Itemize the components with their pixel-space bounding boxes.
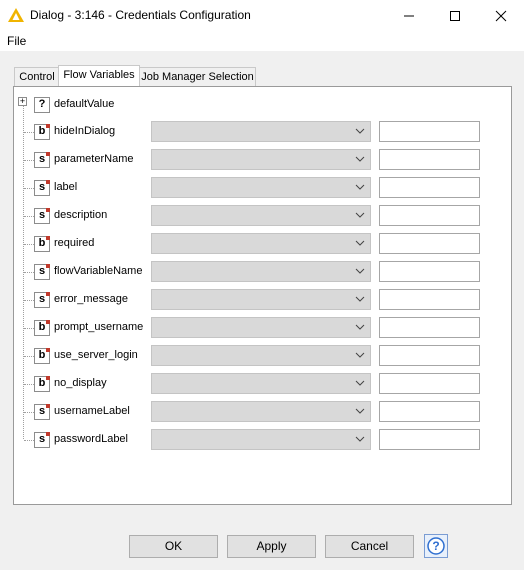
tree-row-label: usernameLabel [54,405,130,417]
variable-name-field[interactable] [379,233,480,254]
variable-name-field[interactable] [379,177,480,198]
chevron-down-icon [355,240,365,246]
close-icon [495,10,507,21]
maximize-icon [450,10,460,21]
knime-logo-icon [8,8,24,22]
chevron-down-icon [355,212,365,218]
boolean-type-icon: b [34,124,50,140]
tree-row-label: error_message [54,293,128,305]
variable-name-field[interactable] [379,429,480,450]
string-type-icon: s [34,292,50,308]
variable-name-field[interactable] [379,345,480,366]
tree-row: b no_display [14,371,511,399]
window-title: Dialog - 3:146 - Credentials Configurati… [30,8,251,22]
expand-icon[interactable]: + [18,97,27,106]
tree-row: s label [14,175,511,203]
tree-row: s parameterName [14,147,511,175]
variable-dropdown[interactable] [151,205,371,226]
tab-flow-variables[interactable]: Flow Variables [58,65,140,86]
tree-row: s usernameLabel [14,399,511,427]
tree-row-label: description [54,209,108,221]
variable-dropdown[interactable] [151,317,371,338]
tree-row-label: label [54,181,78,193]
unknown-type-icon: ? [34,97,50,113]
help-button[interactable]: ? [424,534,448,558]
tree-row: s error_message [14,287,511,315]
tree-row: s passwordLabel [14,427,511,455]
variable-dropdown[interactable] [151,401,371,422]
variable-name-field[interactable] [379,261,480,282]
tab-control[interactable]: Control [14,67,60,86]
tree-row: b use_server_login [14,343,511,371]
tree-row-label: parameterName [54,153,134,165]
tree-row-label: prompt_username [54,321,144,333]
string-type-icon: s [34,264,50,280]
variable-dropdown[interactable] [151,289,371,310]
chevron-down-icon [355,128,365,134]
string-type-icon: s [34,152,50,168]
chevron-down-icon [355,380,365,386]
maximize-button[interactable] [432,0,478,31]
tree-row-label: use_server_login [54,349,138,361]
variable-dropdown[interactable] [151,233,371,254]
chevron-down-icon [355,156,365,162]
help-label: ? [432,539,440,553]
variable-dropdown[interactable] [151,373,371,394]
tree-row-label: passwordLabel [54,433,128,445]
menu-file[interactable]: File [7,34,26,48]
tree-row-label: required [54,237,95,249]
variable-dropdown[interactable] [151,149,371,170]
tab-job-manager-selection[interactable]: Job Manager Selection [139,67,256,86]
tree-row: s description [14,203,511,231]
boolean-type-icon: b [34,320,50,336]
string-type-icon: s [34,404,50,420]
ok-button[interactable]: OK [129,535,218,558]
variable-dropdown[interactable] [151,429,371,450]
boolean-type-icon: b [34,236,50,252]
variable-dropdown[interactable] [151,121,371,142]
string-type-icon: s [34,208,50,224]
variable-dropdown[interactable] [151,345,371,366]
chevron-down-icon [355,184,365,190]
variable-dropdown[interactable] [151,261,371,282]
boolean-type-icon: b [34,376,50,392]
chevron-down-icon [355,352,365,358]
cancel-button[interactable]: Cancel [325,535,414,558]
apply-button[interactable]: Apply [227,535,316,558]
variable-name-field[interactable] [379,121,480,142]
variable-name-field[interactable] [379,373,480,394]
tree-row-label: no_display [54,377,107,389]
tree-row-label: hideInDialog [54,125,116,137]
minimize-icon [404,15,414,16]
menu-bar: File [0,31,524,52]
variable-name-field[interactable] [379,149,480,170]
tree-row-label: defaultValue [54,98,115,110]
tree-row: b required [14,231,511,259]
boolean-type-icon: b [34,348,50,364]
variable-name-field[interactable] [379,205,480,226]
chevron-down-icon [355,408,365,414]
tree-row: b hideInDialog [14,119,511,147]
tree-row-default-value: + ? defaultValue [14,92,511,120]
string-type-icon: s [34,432,50,448]
variable-name-field[interactable] [379,317,480,338]
tree-row: b prompt_username [14,315,511,343]
chevron-down-icon [355,436,365,442]
variable-name-field[interactable] [379,289,480,310]
chevron-down-icon [355,268,365,274]
variable-dropdown[interactable] [151,177,371,198]
string-type-icon: s [34,180,50,196]
close-button[interactable] [478,0,524,31]
variable-name-field[interactable] [379,401,480,422]
tree-row-label: flowVariableName [54,265,143,277]
flow-variables-panel: + ? defaultValue b hideInDialog s parame… [13,86,512,505]
chevron-down-icon [355,296,365,302]
title-bar: Dialog - 3:146 - Credentials Configurati… [0,0,524,31]
minimize-button[interactable] [386,0,432,31]
tree-row: s flowVariableName [14,259,511,287]
chevron-down-icon [355,324,365,330]
